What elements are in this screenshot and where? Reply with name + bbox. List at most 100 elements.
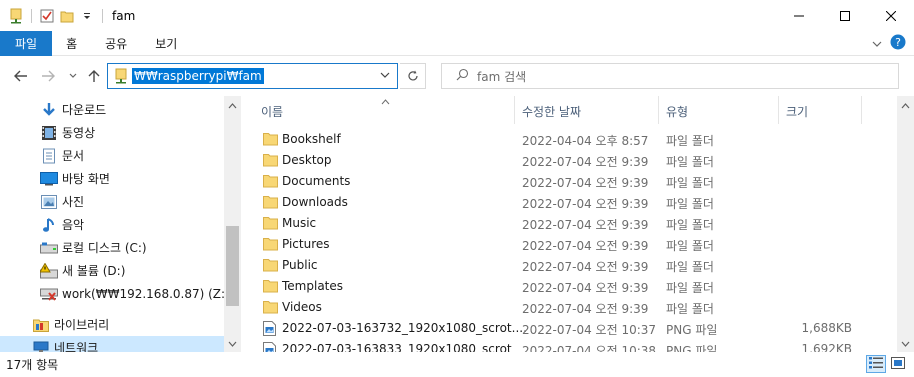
nav-item-desktop[interactable]: 바탕 화면	[0, 167, 224, 190]
scroll-up-arrow-icon[interactable]	[901, 98, 910, 112]
file-explorer-window: fam 파일 홈 공유 보기 ? ₩₩raspberrypi₩fam fam 검…	[0, 0, 914, 377]
search-box[interactable]: fam 검색	[441, 63, 899, 89]
nav-item-libraries[interactable]: 라이브러리	[0, 313, 224, 336]
nav-item-label: 음악	[62, 218, 85, 232]
properties-icon[interactable]	[39, 8, 55, 24]
file-name: Bookshelf	[282, 132, 341, 146]
item-count: 17개 항목	[6, 358, 59, 372]
column-divider[interactable]	[514, 96, 515, 124]
file-name: Templates	[282, 279, 344, 293]
file-row[interactable]: Music 2022-07-04 오전 9:39 파일 폴더	[241, 213, 897, 234]
file-size: 1,688KB	[801, 321, 852, 335]
window-title: fam	[112, 8, 136, 23]
png-file-icon	[263, 342, 278, 352]
tab-home[interactable]: 홈	[52, 31, 91, 56]
large-icons-view-button[interactable]	[888, 355, 908, 373]
address-dropdown-chevron-icon[interactable]	[379, 68, 391, 85]
svg-text:?: ?	[895, 36, 901, 49]
file-name: 2022-07-03-163732_1920x1080_scrot....	[282, 321, 527, 335]
address-path-text[interactable]: ₩₩raspberrypi₩fam	[132, 68, 264, 84]
up-folder-button[interactable]	[83, 65, 105, 87]
tab-share[interactable]: 공유	[91, 31, 141, 56]
column-divider[interactable]	[778, 96, 779, 124]
library-icon	[32, 316, 50, 334]
column-header-modified[interactable]: 수정한 날짜	[522, 103, 581, 120]
maximize-button[interactable]	[822, 0, 868, 31]
column-header-type[interactable]: 유형	[666, 103, 688, 120]
customize-toolbar-chevron-icon[interactable]	[79, 8, 95, 24]
file-type: 파일 폴더	[666, 176, 714, 190]
column-header-size[interactable]: 크기	[786, 103, 808, 120]
file-type: 파일 폴더	[666, 260, 714, 274]
file-type: PNG 파일	[666, 344, 718, 352]
nav-item-volume-d[interactable]: 새 볼륨 (D:)	[0, 259, 224, 282]
back-button[interactable]	[10, 65, 32, 87]
status-bar: 17개 항목	[0, 352, 914, 377]
tab-view[interactable]: 보기	[141, 31, 191, 56]
nav-item-label: 동영상	[62, 126, 96, 140]
png-file-icon	[263, 321, 278, 336]
address-bar[interactable]: ₩₩raspberrypi₩fam	[107, 63, 398, 89]
folder-icon	[263, 237, 278, 251]
nav-item-music[interactable]: 음악	[0, 213, 224, 236]
file-name: Documents	[282, 174, 351, 188]
file-row[interactable]: Bookshelf 2022-04-04 오후 8:57 파일 폴더	[241, 129, 897, 150]
local-disk-icon	[40, 239, 58, 257]
nav-item-documents[interactable]: 문서	[0, 144, 224, 167]
scroll-down-arrow-icon[interactable]	[228, 336, 237, 350]
ribbon-right-controls: ?	[872, 31, 906, 56]
network-folder-icon	[114, 68, 128, 84]
new-folder-icon[interactable]	[59, 8, 75, 24]
file-name: Downloads	[282, 195, 348, 209]
refresh-button[interactable]	[400, 63, 426, 89]
file-row[interactable]: 2022-07-03-163732_1920x1080_scrot.... 202…	[241, 318, 897, 339]
address-row: ₩₩raspberrypi₩fam fam 검색	[0, 56, 914, 96]
scrollbar-thumb[interactable]	[226, 226, 239, 306]
column-divider[interactable]	[861, 96, 862, 124]
file-row[interactable]: Downloads 2022-07-04 오전 9:39 파일 폴더	[241, 192, 897, 213]
file-name: Music	[282, 216, 317, 230]
help-icon[interactable]: ?	[890, 34, 906, 53]
file-row[interactable]: Pictures 2022-07-04 오전 9:39 파일 폴더	[241, 234, 897, 255]
column-divider[interactable]	[658, 96, 659, 124]
file-type: 파일 폴더	[666, 155, 714, 169]
tab-file[interactable]: 파일	[0, 30, 53, 56]
file-row[interactable]: Templates 2022-07-04 오전 9:39 파일 폴더	[241, 276, 897, 297]
file-list: 이름 수정한 날짜 유형 크기 Bookshelf 2022-04-04 오후 8…	[241, 96, 897, 352]
file-modified-date: 2022-07-04 오전 9:39	[522, 260, 649, 274]
scroll-up-arrow-icon[interactable]	[228, 98, 237, 112]
details-view-button[interactable]	[866, 355, 886, 373]
recent-locations-chevron-icon[interactable]	[62, 65, 84, 87]
nav-item-videos[interactable]: 동영상	[0, 121, 224, 144]
forward-button[interactable]	[37, 65, 59, 87]
file-name: Public	[282, 258, 318, 272]
file-row[interactable]: Documents 2022-07-04 오전 9:39 파일 폴더	[241, 171, 897, 192]
file-modified-date: 2022-07-04 오전 9:39	[522, 176, 649, 190]
nav-item-local-disk-c[interactable]: 로컬 디스크 (C:)	[0, 236, 224, 259]
column-header-name[interactable]: 이름	[261, 103, 283, 120]
minimize-button[interactable]	[776, 0, 822, 31]
file-row[interactable]: Public 2022-07-04 오전 9:39 파일 폴더	[241, 255, 897, 276]
nav-item-network[interactable]: 네트워크	[0, 336, 224, 352]
navigation-scrollbar[interactable]	[224, 96, 241, 352]
navigation-pane: 다운로드 동영상 문서 바탕 화면 사진 음악 로컬 디스크 (C:) 새 볼륨…	[0, 96, 224, 352]
folder-icon	[263, 258, 278, 272]
scroll-down-arrow-icon[interactable]	[901, 336, 910, 350]
nav-item-label: 다운로드	[62, 103, 107, 117]
file-row[interactable]: Desktop 2022-07-04 오전 9:39 파일 폴더	[241, 150, 897, 171]
nav-item-network-drive-z[interactable]: work(₩₩192.168.0.87) (Z:)	[0, 282, 224, 305]
nav-item-pictures[interactable]: 사진	[0, 190, 224, 213]
expand-ribbon-chevron-icon[interactable]	[872, 37, 882, 51]
nav-item-downloads[interactable]: 다운로드	[0, 98, 224, 121]
folder-icon	[263, 174, 278, 188]
file-list-scrollbar[interactable]	[897, 96, 914, 352]
file-row[interactable]: Videos 2022-07-04 오전 9:39 파일 폴더	[241, 297, 897, 318]
window-controls	[776, 0, 914, 31]
title-bar: fam	[0, 0, 914, 31]
close-button[interactable]	[868, 0, 914, 31]
folder-icon	[263, 279, 278, 293]
file-name: Videos	[282, 300, 322, 314]
toolbar-divider	[102, 8, 103, 23]
file-row[interactable]: 2022-07-03-163833_1920x1080_scrot 2022-07…	[241, 339, 897, 352]
network-location-icon	[8, 8, 24, 24]
